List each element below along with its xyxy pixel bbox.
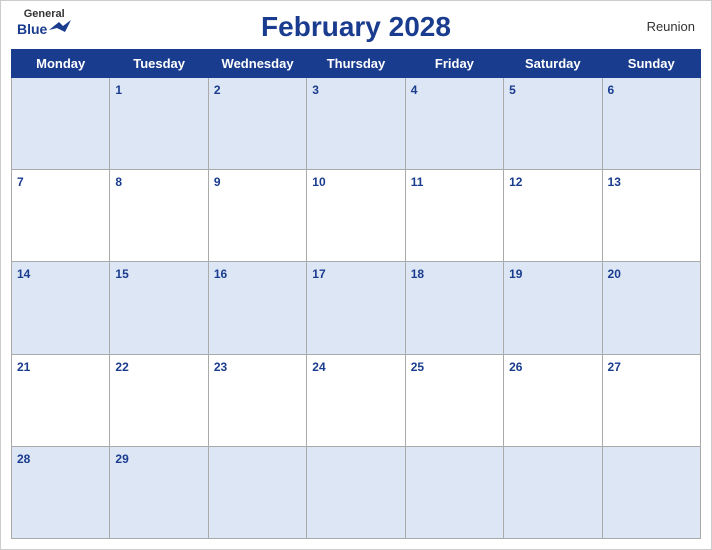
calendar-cell: 29 <box>110 446 208 538</box>
calendar-cell: 5 <box>504 78 602 170</box>
date-number: 11 <box>411 175 424 189</box>
calendar-cell: 20 <box>602 262 700 354</box>
calendar-cell: 26 <box>504 354 602 446</box>
calendar-cell: 27 <box>602 354 700 446</box>
calendar-header: General Blue February 2028 Reunion <box>1 1 711 49</box>
week-row-4: 21 22 23 24 25 26 27 <box>12 354 701 446</box>
date-number: 24 <box>312 360 325 374</box>
calendar-title: February 2028 <box>261 11 451 43</box>
date-number: 10 <box>312 175 325 189</box>
week-row-5: 28 29 <box>12 446 701 538</box>
calendar-cell: 6 <box>602 78 700 170</box>
calendar-cell: 21 <box>12 354 110 446</box>
calendar-cell <box>602 446 700 538</box>
calendar-cell <box>504 446 602 538</box>
date-number: 1 <box>115 83 122 97</box>
calendar-cell: 9 <box>208 170 306 262</box>
calendar-cell: 11 <box>405 170 503 262</box>
day-header-tuesday: Tuesday <box>110 50 208 78</box>
calendar-cell: 2 <box>208 78 306 170</box>
calendar-cell <box>12 78 110 170</box>
calendar-cell: 1 <box>110 78 208 170</box>
date-number: 9 <box>214 175 221 189</box>
date-number: 23 <box>214 360 227 374</box>
date-number: 12 <box>509 175 522 189</box>
date-number: 4 <box>411 83 418 97</box>
calendar-cell: 12 <box>504 170 602 262</box>
calendar-cell: 14 <box>12 262 110 354</box>
day-header-sunday: Sunday <box>602 50 700 78</box>
date-number: 2 <box>214 83 221 97</box>
logo: General Blue <box>17 9 71 38</box>
calendar-cell: 7 <box>12 170 110 262</box>
calendar-cell <box>307 446 405 538</box>
calendar-cell: 28 <box>12 446 110 538</box>
logo-bird-icon <box>49 20 71 38</box>
calendar-cell: 3 <box>307 78 405 170</box>
calendar-cell <box>405 446 503 538</box>
date-number: 19 <box>509 267 522 281</box>
date-number: 20 <box>608 267 621 281</box>
calendar-wrapper: MondayTuesdayWednesdayThursdayFridaySatu… <box>1 49 711 549</box>
logo-general-text: General <box>24 9 65 20</box>
date-number: 29 <box>115 452 128 466</box>
date-number: 28 <box>17 452 30 466</box>
calendar-cell: 13 <box>602 170 700 262</box>
day-header-saturday: Saturday <box>504 50 602 78</box>
date-number: 5 <box>509 83 516 97</box>
calendar-cell: 18 <box>405 262 503 354</box>
date-number: 16 <box>214 267 227 281</box>
day-header-friday: Friday <box>405 50 503 78</box>
calendar-cell: 16 <box>208 262 306 354</box>
calendar-cell: 23 <box>208 354 306 446</box>
calendar-cell: 22 <box>110 354 208 446</box>
date-number: 8 <box>115 175 122 189</box>
day-header-row: MondayTuesdayWednesdayThursdayFridaySatu… <box>12 50 701 78</box>
calendar-cell <box>208 446 306 538</box>
date-number: 7 <box>17 175 24 189</box>
week-row-1: 1 2 3 4 5 6 <box>12 78 701 170</box>
day-header-thursday: Thursday <box>307 50 405 78</box>
date-number: 21 <box>17 360 30 374</box>
date-number: 13 <box>608 175 621 189</box>
calendar-cell: 25 <box>405 354 503 446</box>
date-number: 22 <box>115 360 128 374</box>
calendar-table: MondayTuesdayWednesdayThursdayFridaySatu… <box>11 49 701 539</box>
date-number: 6 <box>608 83 615 97</box>
date-number: 25 <box>411 360 424 374</box>
date-number: 27 <box>608 360 621 374</box>
calendar-cell: 15 <box>110 262 208 354</box>
calendar-cell: 10 <box>307 170 405 262</box>
week-row-3: 14 15 16 17 18 19 20 <box>12 262 701 354</box>
week-row-2: 7 8 9 10 11 12 13 <box>12 170 701 262</box>
date-number: 17 <box>312 267 325 281</box>
date-number: 18 <box>411 267 424 281</box>
region-label: Reunion <box>647 19 695 34</box>
calendar-cell: 8 <box>110 170 208 262</box>
date-number: 15 <box>115 267 128 281</box>
day-header-monday: Monday <box>12 50 110 78</box>
date-number: 26 <box>509 360 522 374</box>
calendar-cell: 4 <box>405 78 503 170</box>
calendar-cell: 17 <box>307 262 405 354</box>
date-number: 3 <box>312 83 319 97</box>
day-header-wednesday: Wednesday <box>208 50 306 78</box>
calendar-cell: 19 <box>504 262 602 354</box>
logo-blue-text: Blue <box>17 22 47 36</box>
calendar-cell: 24 <box>307 354 405 446</box>
date-number: 14 <box>17 267 30 281</box>
